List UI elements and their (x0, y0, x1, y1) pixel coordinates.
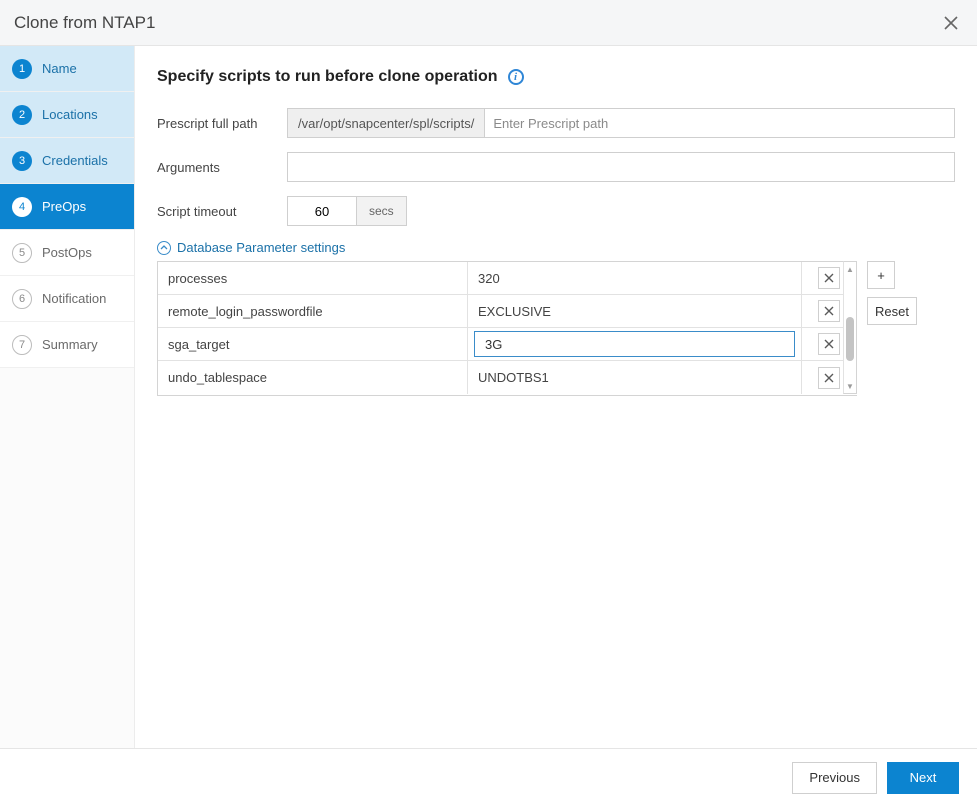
delete-row-button[interactable] (818, 267, 840, 289)
param-value[interactable]: EXCLUSIVE (468, 295, 802, 327)
arguments-row: Arguments (157, 152, 955, 182)
table-row: sga_target (158, 328, 856, 361)
previous-button[interactable]: Previous (792, 762, 877, 794)
chevron-up-icon (157, 241, 171, 255)
timeout-label: Script timeout (157, 204, 287, 219)
dialog-title: Clone from NTAP1 (14, 13, 939, 33)
step-label: PreOps (42, 199, 86, 214)
param-value[interactable]: UNDOTBS1 (468, 361, 802, 394)
wizard-step-notification[interactable]: 6 Notification (0, 276, 134, 322)
scroll-down-icon[interactable]: ▼ (844, 379, 856, 393)
step-number: 6 (12, 289, 32, 309)
db-params-grid-wrap: processes320remote_login_passwordfileEXC… (157, 261, 857, 396)
wizard-step-locations[interactable]: 2 Locations (0, 92, 134, 138)
param-name[interactable]: sga_target (158, 328, 468, 360)
step-label: Name (42, 61, 77, 76)
delete-row-button[interactable] (818, 367, 840, 389)
step-label: Credentials (42, 153, 108, 168)
wizard-step-summary[interactable]: 7 Summary (0, 322, 134, 368)
clone-dialog: Clone from NTAP1 1 Name 2 Locations 3 Credent… (0, 0, 977, 806)
param-value[interactable]: 320 (468, 262, 802, 294)
step-label: Locations (42, 107, 98, 122)
dialog-body: 1 Name 2 Locations 3 Credentials 4 PreOps 5 PostO… (0, 46, 977, 748)
timeout-unit: secs (357, 196, 407, 226)
wizard-step-preops[interactable]: 4 PreOps (0, 184, 134, 230)
step-label: Summary (42, 337, 98, 352)
prescript-row: Prescript full path /var/opt/snapcenter/… (157, 108, 955, 138)
next-button[interactable]: Next (887, 762, 959, 794)
wizard-step-postops[interactable]: 5 PostOps (0, 230, 134, 276)
step-number: 5 (12, 243, 32, 263)
prescript-label: Prescript full path (157, 116, 287, 131)
param-name[interactable]: remote_login_passwordfile (158, 295, 468, 327)
prescript-group: /var/opt/snapcenter/spl/scripts/ (287, 108, 955, 138)
timeout-row: Script timeout secs (157, 196, 955, 226)
table-row: processes320 (158, 262, 856, 295)
info-icon[interactable]: i (508, 69, 524, 85)
param-value[interactable] (468, 328, 802, 360)
arguments-label: Arguments (157, 160, 287, 175)
param-name[interactable]: undo_tablespace (158, 361, 468, 394)
param-name[interactable]: processes (158, 262, 468, 294)
wizard-sidebar: 1 Name 2 Locations 3 Credentials 4 PreOps 5 PostO… (0, 46, 135, 748)
timeout-group: secs (287, 196, 407, 226)
table-row: remote_login_passwordfileEXCLUSIVE (158, 295, 856, 328)
table-row: undo_tablespaceUNDOTBS1 (158, 361, 856, 394)
titlebar: Clone from NTAP1 (0, 0, 977, 46)
delete-row-button[interactable] (818, 333, 840, 355)
add-param-button[interactable]: + (867, 261, 895, 289)
scrollbar-track[interactable] (844, 276, 856, 379)
db-params-header: Database Parameter settings (177, 240, 345, 255)
close-icon[interactable] (939, 11, 963, 35)
step-number: 7 (12, 335, 32, 355)
delete-row-button[interactable] (818, 300, 840, 322)
timeout-input[interactable] (287, 196, 357, 226)
step-label: PostOps (42, 245, 92, 260)
db-params-rows: processes320remote_login_passwordfileEXC… (158, 262, 856, 395)
step-number: 2 (12, 105, 32, 125)
section-title: Specify scripts to run before clone oper… (157, 68, 955, 86)
wizard-step-name[interactable]: 1 Name (0, 46, 134, 92)
step-label: Notification (42, 291, 106, 306)
db-params-grid: processes320remote_login_passwordfileEXC… (157, 261, 857, 396)
scroll-up-icon[interactable]: ▲ (844, 262, 856, 276)
dialog-footer: Previous Next (0, 748, 977, 806)
db-params-toggle[interactable]: Database Parameter settings (157, 240, 955, 255)
main-panel: Specify scripts to run before clone oper… (135, 46, 977, 748)
step-number: 4 (12, 197, 32, 217)
param-value-input[interactable] (474, 331, 795, 357)
scrollbar-thumb[interactable] (846, 317, 854, 361)
scrollbar-vertical[interactable]: ▲ ▼ (843, 261, 857, 394)
prescript-prefix: /var/opt/snapcenter/spl/scripts/ (287, 108, 484, 138)
prescript-input[interactable] (484, 108, 955, 138)
wizard-step-credentials[interactable]: 3 Credentials (0, 138, 134, 184)
db-params-side-buttons: + Reset (867, 261, 917, 325)
db-params-area: processes320remote_login_passwordfileEXC… (157, 261, 955, 396)
arguments-input[interactable] (287, 152, 955, 182)
reset-params-button[interactable]: Reset (867, 297, 917, 325)
step-number: 3 (12, 151, 32, 171)
step-number: 1 (12, 59, 32, 79)
section-title-text: Specify scripts to run before clone oper… (157, 68, 498, 86)
